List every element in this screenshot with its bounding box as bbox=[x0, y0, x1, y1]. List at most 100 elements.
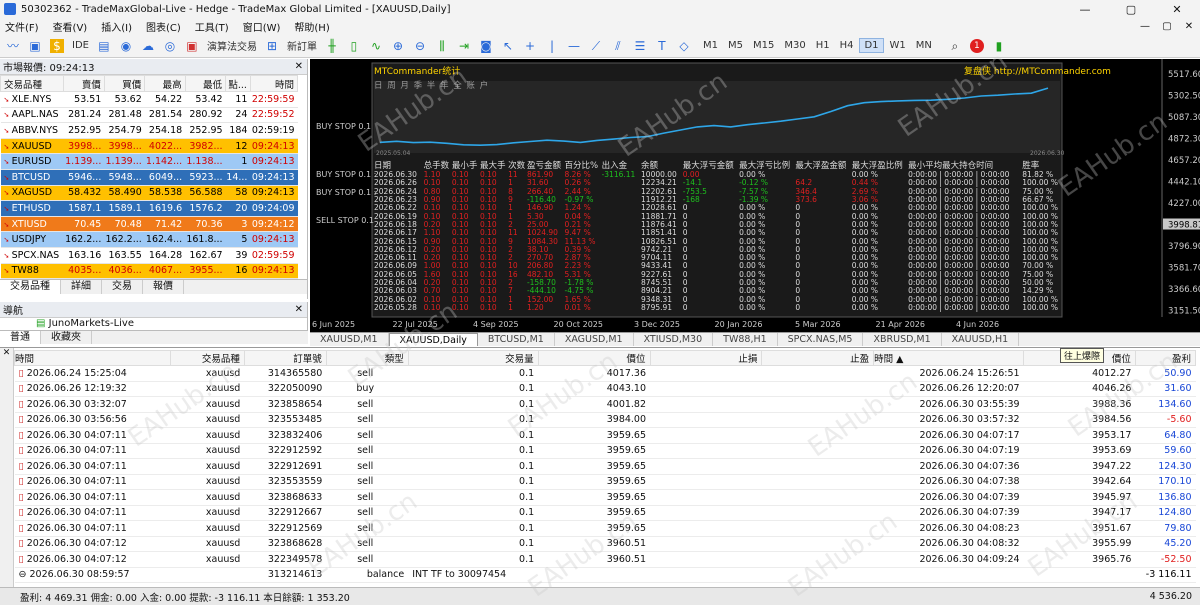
maximize-button[interactable]: ▢ bbox=[1108, 3, 1154, 16]
mw-row-abbv.nys[interactable]: ➘ ABBV.NYS 252.95 254.79 254.18 252.95 184 02:… bbox=[0, 122, 298, 139]
chart-tab-3[interactable]: XAGUSD,M1 bbox=[555, 333, 634, 346]
new-chart-icon[interactable]: ▣ bbox=[28, 39, 42, 53]
mw-col-2[interactable]: 買價 bbox=[103, 75, 146, 92]
balance-row[interactable]: ⊖ 2026.06.30 08:59:57 313214613 balance INT… bbox=[14, 567, 1196, 583]
mw-row-btcusd[interactable]: ➘ BTCUSD 5946... 5948... 6049... 5923... 14..… bbox=[0, 169, 298, 186]
tf-m15[interactable]: M15 bbox=[749, 39, 778, 52]
history-col-1[interactable]: 交易品種 bbox=[169, 350, 245, 366]
history-col-8[interactable]: 時間 ▲ bbox=[873, 350, 1025, 366]
channel-icon[interactable]: ⫽ bbox=[611, 39, 625, 53]
menu-tools[interactable]: 工具(T) bbox=[190, 19, 238, 34]
stats-url[interactable]: 复盘侠 http://MTCommander.com bbox=[964, 64, 1111, 77]
chart-type-icon[interactable]: 〰 bbox=[6, 39, 20, 53]
cloud-icon[interactable]: ☁ bbox=[141, 39, 155, 53]
crosshair-icon[interactable]: + bbox=[523, 39, 537, 53]
tf-m1[interactable]: M1 bbox=[699, 39, 722, 52]
pending-order-label[interactable]: BUY STOP 0.1 : bbox=[316, 170, 376, 179]
stats-period-tabs[interactable]: 日 周 月 季 半 年 全 账 户 bbox=[374, 79, 1064, 91]
mw-row-spcx.nas[interactable]: ➘ SPCX.NAS 163.16 163.55 164.28 162.67 39 02:5… bbox=[0, 247, 298, 264]
mw-row-xtiusd[interactable]: ➘ XTIUSD 70.45 70.48 71.42 70.36 3 09:24:12 bbox=[0, 216, 298, 233]
cursor-icon[interactable]: ↖ bbox=[501, 39, 515, 53]
mw-tab-0[interactable]: 交易品種 bbox=[0, 280, 61, 295]
mw-row-usdjpy[interactable]: ➘ USDJPY 162.2... 162.2... 162.4... 161.8...… bbox=[0, 231, 298, 248]
history-row[interactable]: ▯ 2026.06.26 12:19:32 xauusd 322050090 buy 0… bbox=[14, 381, 1196, 397]
history-row[interactable]: ▯ 2026.06.30 04:07:11 xauusd 323832406 sell… bbox=[14, 427, 1196, 444]
history-col-2[interactable]: 訂單號 bbox=[243, 350, 327, 366]
history-row[interactable]: ▯ 2026.06.30 04:07:11 xauusd 322912569 sell… bbox=[14, 520, 1196, 537]
history-col-3[interactable]: 類型 bbox=[325, 350, 409, 366]
mw-row-xagusd[interactable]: ➘ XAGUSD 58.432 58.490 58.538 56.588 58 09:24:… bbox=[0, 185, 298, 202]
mw-col-3[interactable]: 最高 bbox=[144, 75, 186, 92]
chart-tab-8[interactable]: XAUUSD,H1 bbox=[942, 333, 1020, 346]
shapes-icon[interactable]: ◇ bbox=[677, 39, 691, 53]
history-col-6[interactable]: 止損 bbox=[649, 350, 763, 366]
minimize-button[interactable]: — bbox=[1062, 3, 1108, 16]
text-icon[interactable]: T bbox=[655, 39, 669, 53]
pending-order-label[interactable]: BUY STOP 0.1 bbox=[316, 122, 371, 131]
horizontal-line-icon[interactable]: — bbox=[567, 39, 581, 53]
tf-m30[interactable]: M30 bbox=[780, 39, 809, 52]
chart-tab-1[interactable]: XAUUSD,Daily bbox=[388, 333, 478, 346]
chart-tab-4[interactable]: XTIUSD,M30 bbox=[634, 333, 714, 346]
tf-w1[interactable]: W1 bbox=[886, 39, 910, 52]
mw-col-0[interactable]: 交易品種 bbox=[0, 75, 65, 92]
new-order-button[interactable]: 新訂單 bbox=[287, 38, 317, 53]
line-chart-icon[interactable]: ∿ bbox=[369, 39, 383, 53]
search-icon[interactable]: ⌕ bbox=[948, 39, 962, 53]
mw-tab-3[interactable]: 報價 bbox=[143, 280, 184, 295]
fibonacci-icon[interactable]: ☰ bbox=[633, 39, 647, 53]
market-watch-close-icon[interactable]: ✕ bbox=[295, 61, 303, 72]
history-col-4[interactable]: 交易量 bbox=[407, 350, 539, 366]
history-row[interactable]: ▯ 2026.06.30 03:32:07 xauusd 323858654 sell… bbox=[14, 396, 1196, 413]
history-col-5[interactable]: 價位 bbox=[537, 350, 651, 366]
mw-row-tw88[interactable]: ➘ TW88 4035... 4036... 4067... 3955... 16 09:2… bbox=[0, 263, 298, 280]
chart-window[interactable]: 5517.60 5302.50 5087.30 4872.30 4657.20 4442.… bbox=[310, 59, 1200, 332]
menu-help[interactable]: 帮助(H) bbox=[289, 19, 338, 34]
chart-tab-6[interactable]: SPCX.NAS,M5 bbox=[778, 333, 864, 346]
mw-row-xauusd[interactable]: ➘ XAUUSD 3998... 3998... 4022... 3982... 12 09… bbox=[0, 138, 298, 155]
history-row[interactable]: ▯ 2026.06.30 03:56:56 xauusd 323553485 sell… bbox=[14, 412, 1196, 428]
mw-row-ethusd[interactable]: ➘ ETHUSD 1587.1 1589.1 1619.6 1576.2 20 09:24:… bbox=[0, 200, 298, 217]
mw-tab-2[interactable]: 交易 bbox=[102, 280, 143, 295]
navigator-account-item[interactable]: ▤ JunoMarkets-Live bbox=[0, 318, 307, 330]
tab-common[interactable]: 普通 bbox=[0, 331, 41, 344]
menu-window[interactable]: 窗口(W) bbox=[238, 19, 290, 34]
mw-col-6[interactable]: 時間 bbox=[249, 75, 299, 92]
tf-h4[interactable]: H4 bbox=[836, 39, 858, 52]
history-row[interactable]: ▯ 2026.06.30 04:07:11 xauusd 322912691 sell… bbox=[14, 458, 1196, 475]
history-row[interactable]: ▯ 2026.06.24 15:25:04 xauusd 314365580 sell… bbox=[14, 365, 1196, 382]
toolbox-close-icon[interactable]: ✕ bbox=[0, 348, 13, 358]
zoom-out-icon[interactable]: ⊖ bbox=[413, 39, 427, 53]
mw-row-aapl.nas[interactable]: ➘ AAPL.NAS 281.24 281.48 281.54 280.92 24 22:5… bbox=[0, 107, 298, 124]
tile-icon[interactable]: ⫼ bbox=[435, 39, 449, 53]
globe-icon[interactable]: ◎ bbox=[163, 39, 177, 53]
mw-col-4[interactable]: 最低 bbox=[184, 75, 227, 92]
screenshot-icon[interactable]: ◙ bbox=[479, 39, 493, 53]
history-row[interactable]: ▯ 2026.06.30 04:07:12 xauusd 322349578 sell… bbox=[14, 551, 1196, 568]
vertical-line-icon[interactable]: | bbox=[545, 39, 559, 53]
menu-chart[interactable]: 图表(C) bbox=[141, 19, 190, 34]
pending-order-label[interactable]: BUY STOP 0.1 : bbox=[316, 188, 376, 197]
tf-mn[interactable]: MN bbox=[912, 39, 936, 52]
history-row[interactable]: ▯ 2026.06.30 04:07:12 xauusd 323868628 sell… bbox=[14, 536, 1196, 552]
child-minimize-button[interactable]: — bbox=[1134, 21, 1156, 32]
algo-trading-button[interactable]: 演算法交易 bbox=[207, 38, 257, 53]
mw-row-eurusd[interactable]: ➘ EURUSD 1.139... 1.139... 1.142... 1.138...… bbox=[0, 153, 298, 170]
dollar-icon[interactable]: $ bbox=[50, 38, 64, 53]
signal-icon[interactable]: ◉ bbox=[119, 39, 133, 53]
history-col-10[interactable]: 盈利 bbox=[1134, 350, 1197, 366]
chart-tab-5[interactable]: TW88,H1 bbox=[713, 333, 778, 346]
tf-m5[interactable]: M5 bbox=[724, 39, 747, 52]
bar-chart-icon[interactable]: ╫ bbox=[325, 39, 339, 53]
mw-col-1[interactable]: 賣價 bbox=[63, 75, 105, 92]
menu-insert[interactable]: 插入(I) bbox=[96, 19, 141, 34]
chart-tab-0[interactable]: XAUUSD,M1 bbox=[310, 333, 389, 346]
notification-icon[interactable]: 1 bbox=[969, 38, 984, 53]
close-button[interactable]: ✕ bbox=[1154, 3, 1200, 16]
pending-order-label[interactable]: SELL STOP 0.1 bbox=[316, 216, 374, 225]
menu-file[interactable]: 文件(F) bbox=[0, 19, 48, 34]
menu-view[interactable]: 查看(V) bbox=[48, 19, 97, 34]
autoscroll-icon[interactable]: ⇥ bbox=[457, 39, 471, 53]
history-col-0[interactable]: 時間 bbox=[14, 350, 171, 366]
new-order-icon[interactable]: ⊞ bbox=[265, 39, 279, 53]
